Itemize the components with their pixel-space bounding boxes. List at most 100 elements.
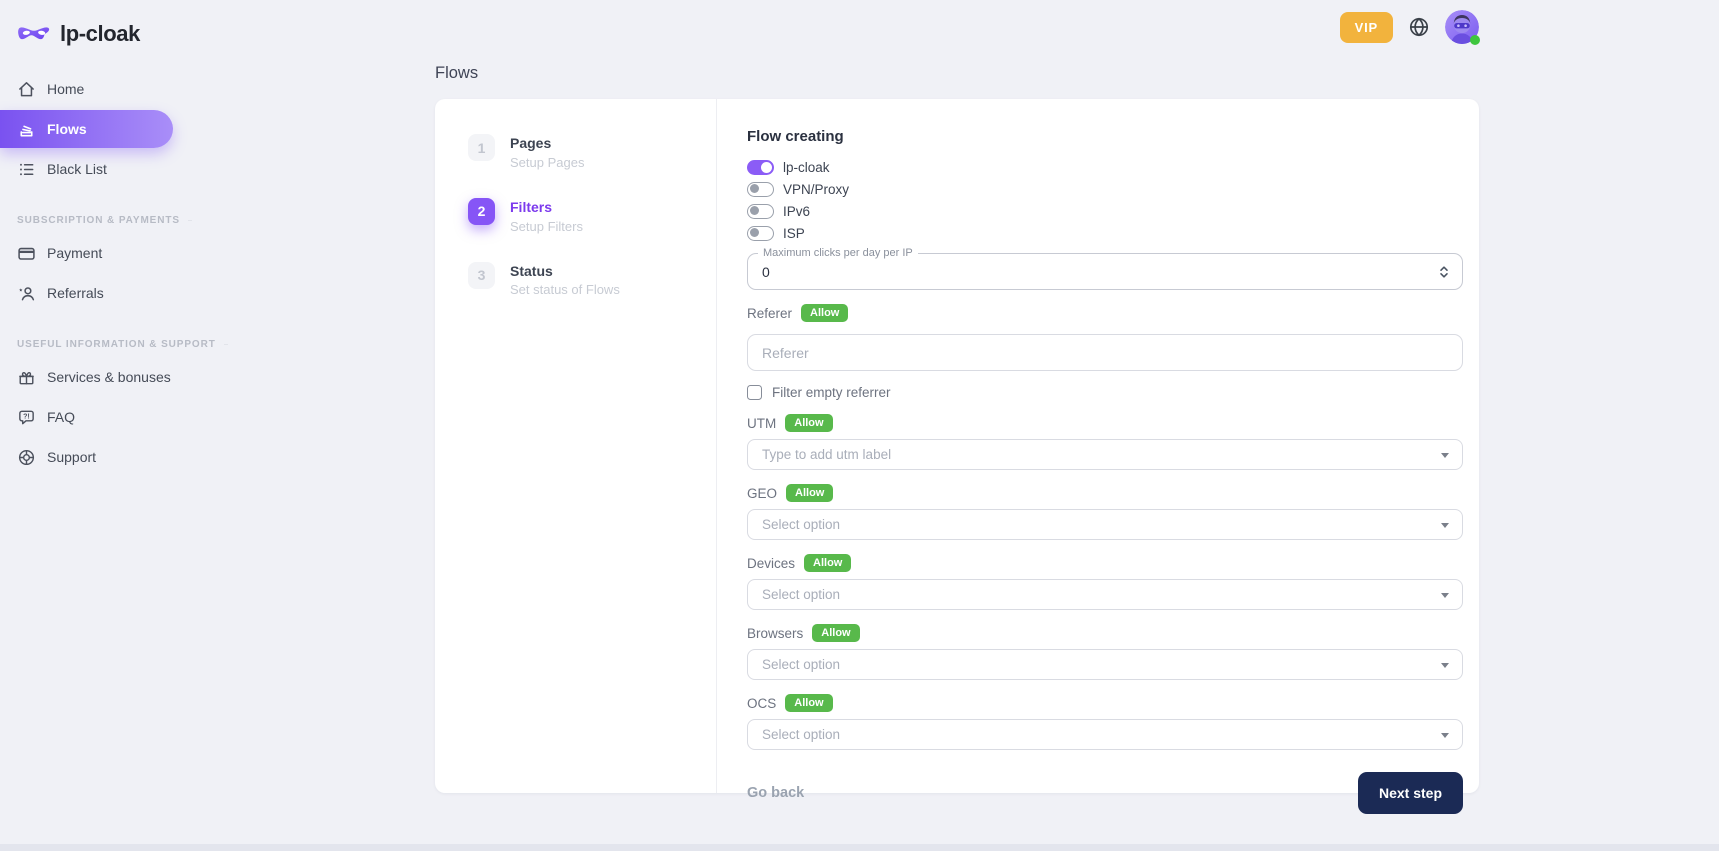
devices-select[interactable]: Select option <box>747 579 1463 610</box>
chevron-down-icon <box>1441 523 1449 528</box>
home-icon <box>17 80 36 99</box>
chevron-down-icon <box>1441 453 1449 458</box>
next-step-button[interactable]: Next step <box>1358 772 1463 814</box>
utm-label: UTM <box>747 416 776 431</box>
lifebuoy-icon <box>17 448 36 467</box>
utm-input[interactable] <box>762 447 1432 462</box>
devices-allow-badge[interactable]: Allow <box>804 554 851 572</box>
sidebar-item-label: Payment <box>47 245 102 261</box>
go-back-button[interactable]: Go back <box>747 785 804 801</box>
utm-allow-badge[interactable]: Allow <box>785 414 832 432</box>
flow-wizard-card: 1 Pages Setup Pages 2 Filters Setup Filt… <box>435 99 1479 793</box>
sidebar-item-home[interactable]: Home <box>0 70 195 108</box>
max-clicks-input[interactable] <box>748 264 1462 280</box>
geo-label-row: GEO Allow <box>747 483 1463 503</box>
referer-label: Referer <box>747 306 792 321</box>
select-placeholder: Select option <box>762 517 840 532</box>
step-number-badge: 3 <box>468 262 495 289</box>
ocs-allow-badge[interactable]: Allow <box>785 694 832 712</box>
toggle-label: lp-cloak <box>783 160 830 175</box>
sidebar-item-black-list[interactable]: Black List <box>0 150 195 188</box>
browsers-select[interactable]: Select option <box>747 649 1463 680</box>
sidebar-item-label: Black List <box>47 161 107 177</box>
sidebar-nav: Home Flows <box>0 70 195 476</box>
step-subtitle: Setup Filters <box>510 219 583 234</box>
select-placeholder: Select option <box>762 657 840 672</box>
person-add-icon <box>17 284 36 303</box>
filters-form: Flow creating lp-cloak VPN/Proxy IPv6 <box>717 99 1479 793</box>
number-stepper-icon[interactable] <box>1439 265 1449 279</box>
sidebar-item-faq[interactable]: ?! FAQ <box>0 398 195 436</box>
sidebar-item-label: Services & bonuses <box>47 369 171 385</box>
online-status-dot <box>1470 35 1480 45</box>
flows-stack-icon <box>17 120 36 139</box>
app-viewport: lp-cloak Home <box>0 0 1719 851</box>
geo-allow-badge[interactable]: Allow <box>786 484 833 502</box>
referer-input[interactable] <box>748 345 1462 361</box>
max-clicks-label: Maximum clicks per day per IP <box>758 247 918 259</box>
sidebar-section-support: USEFUL INFORMATION & SUPPORT <box>17 339 195 350</box>
ipv6-toggle[interactable] <box>747 204 774 219</box>
chevron-down-icon <box>1441 733 1449 738</box>
faq-bubble-icon: ?! <box>17 408 36 427</box>
step-title: Status <box>510 263 620 280</box>
sidebar-item-label: Referrals <box>47 285 104 301</box>
step-pages[interactable]: 1 Pages Setup Pages <box>468 134 716 170</box>
sidebar-section-label: SUBSCRIPTION & PAYMENTS <box>17 215 180 226</box>
language-globe-icon[interactable] <box>1408 16 1430 38</box>
step-title: Filters <box>510 199 583 216</box>
sidebar-item-services-bonuses[interactable]: Services & bonuses <box>0 358 195 396</box>
browsers-label-row: Browsers Allow <box>747 623 1463 643</box>
page-title: Flows <box>435 64 1479 83</box>
step-title: Pages <box>510 135 584 152</box>
mask-logo-icon <box>17 23 51 46</box>
vip-button[interactable]: VIP <box>1340 12 1393 43</box>
sidebar-section-label: USEFUL INFORMATION & SUPPORT <box>17 339 216 350</box>
utm-field[interactable] <box>747 439 1463 470</box>
gift-icon <box>17 368 36 387</box>
step-number-badge: 2 <box>468 198 495 225</box>
toggle-row-ipv6: IPv6 <box>747 203 1463 219</box>
sidebar-item-label: Home <box>47 81 84 97</box>
sidebar-item-payment[interactable]: Payment <box>0 234 195 272</box>
ocs-select[interactable]: Select option <box>747 719 1463 750</box>
sidebar-item-label: FAQ <box>47 409 75 425</box>
bottom-edge-strip <box>0 844 1719 851</box>
toggle-label: VPN/Proxy <box>783 182 849 197</box>
sidebar-section-subscription: SUBSCRIPTION & PAYMENTS <box>17 215 195 226</box>
browsers-label: Browsers <box>747 626 803 641</box>
section-divider <box>188 220 192 221</box>
ocs-label: OCS <box>747 696 776 711</box>
wizard-steps: 1 Pages Setup Pages 2 Filters Setup Filt… <box>435 99 717 793</box>
isp-toggle[interactable] <box>747 226 774 241</box>
utm-label-row: UTM Allow <box>747 413 1463 433</box>
vpn-proxy-toggle[interactable] <box>747 182 774 197</box>
toggle-row-lp-cloak: lp-cloak <box>747 159 1463 175</box>
browsers-allow-badge[interactable]: Allow <box>812 624 859 642</box>
app-name: lp-cloak <box>60 21 140 47</box>
select-placeholder: Select option <box>762 587 840 602</box>
step-filters[interactable]: 2 Filters Setup Filters <box>468 198 716 234</box>
step-subtitle: Set status of Flows <box>510 282 620 297</box>
filter-empty-referrer-row[interactable]: Filter empty referrer <box>747 384 1463 400</box>
form-title: Flow creating <box>747 128 1463 145</box>
user-avatar[interactable] <box>1445 10 1479 44</box>
geo-select[interactable]: Select option <box>747 509 1463 540</box>
devices-label: Devices <box>747 556 795 571</box>
filter-empty-referrer-checkbox[interactable] <box>747 385 762 400</box>
referer-allow-badge[interactable]: Allow <box>801 304 848 322</box>
step-subtitle: Setup Pages <box>510 155 584 170</box>
main-area: VIP <box>195 0 1719 844</box>
lp-cloak-toggle[interactable] <box>747 160 774 175</box>
logo[interactable]: lp-cloak <box>0 12 195 56</box>
toggle-row-vpn-proxy: VPN/Proxy <box>747 181 1463 197</box>
sidebar-item-flows[interactable]: Flows <box>0 110 173 148</box>
select-placeholder: Select option <box>762 727 840 742</box>
sidebar-item-label: Flows <box>47 121 87 137</box>
sidebar-item-label: Support <box>47 449 96 465</box>
toggle-label: IPv6 <box>783 204 810 219</box>
sidebar-item-referrals[interactable]: Referrals <box>0 274 195 312</box>
chevron-down-icon <box>1441 593 1449 598</box>
sidebar-item-support[interactable]: Support <box>0 438 195 476</box>
step-status[interactable]: 3 Status Set status of Flows <box>468 262 716 298</box>
